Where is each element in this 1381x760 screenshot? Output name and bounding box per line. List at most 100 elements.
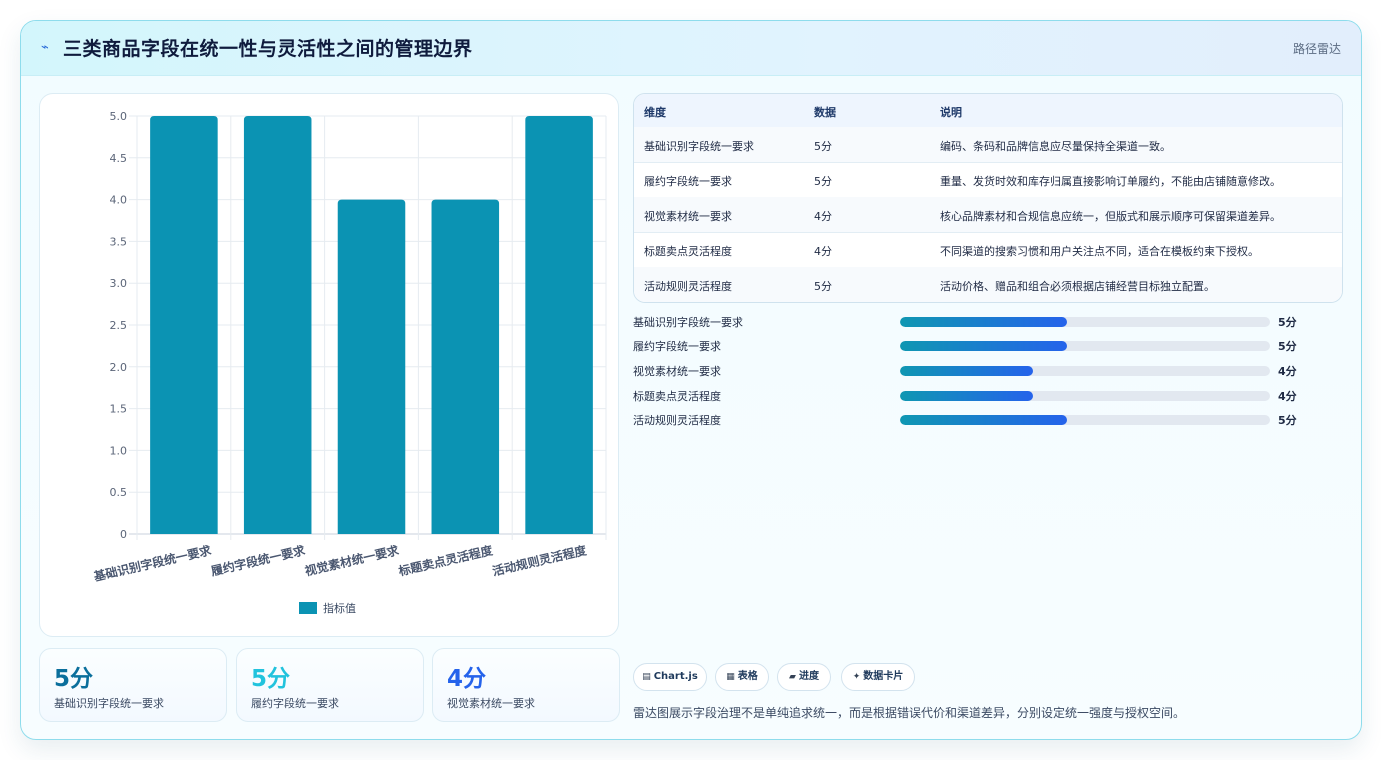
y-tick-label: 1.0 [110, 444, 128, 457]
table-row: 视觉素材统一要求 4分 核心品牌素材和合规信息应统一，但版式和展示顺序可保留渠道… [634, 197, 1342, 233]
kpi-label: 视觉素材统一要求 [447, 697, 535, 710]
table-row: 标题卖点灵活程度 4分 不同渠道的搜索习惯和用户关注点不同，适合在模板约束下授权… [634, 232, 1342, 268]
table-cell: 标题卖点灵活程度 [644, 245, 732, 258]
table-cell: 核心品牌素材和合规信息应统一，但版式和展示顺序可保留渠道差异。 [940, 210, 1281, 223]
chip-label: 表格 [737, 671, 758, 682]
kpi-value: 5分 [54, 666, 94, 692]
table-cell: 5分 [814, 140, 832, 153]
progress-row: 视觉素材统一要求 4分 [633, 361, 1341, 381]
page-title: 三类商品字段在统一性与灵活性之间的管理边界 [63, 38, 473, 60]
progress-label: 基础识别字段统一要求 [633, 316, 743, 329]
chart-icon: ▤ [642, 672, 651, 682]
table-cell: 重量、发货时效和库存归属直接影响订单履约，不能由店铺随意修改。 [940, 175, 1281, 188]
progress-label: 标题卖点灵活程度 [633, 390, 721, 403]
footnote: 雷达图展示字段治理不是单纯追求统一，而是根据错误代价和渠道差异，分别设定统一强度… [633, 706, 1186, 720]
progress-value: 4分 [1278, 365, 1297, 378]
progress-row: 基础识别字段统一要求 5分 [633, 312, 1341, 332]
kpi-card-2: 4分 视觉素材统一要求 [432, 648, 620, 722]
table-cell: 履约字段统一要求 [644, 175, 732, 188]
kpi-label: 基础识别字段统一要求 [54, 697, 164, 710]
progress-fill [900, 366, 1034, 376]
table-header-cell: 说明 [940, 106, 962, 119]
kpi-value: 5分 [251, 666, 291, 692]
x-tick-label: 履约字段统一要求 [208, 542, 307, 579]
table-row: 履约字段统一要求 5分 重量、发货时效和库存归属直接影响订单履约，不能由店铺随意… [634, 162, 1342, 198]
chip-label: Chart.js [653, 671, 698, 682]
kpi-value: 4分 [447, 666, 487, 692]
progress-label: 视觉素材统一要求 [633, 365, 721, 378]
progress-icon: ▰ [789, 672, 796, 682]
chip-data-card[interactable]: ✦ 数据卡片 [841, 663, 915, 691]
table-header-cell: 数据 [814, 106, 836, 119]
progress-track [900, 317, 1270, 327]
y-tick-label: 1.5 [110, 403, 128, 416]
progress-list: 基础识别字段统一要求 5分 履约字段统一要求 5分 视觉素材统一要求 4分 标题… [633, 312, 1341, 442]
bar-chart-panel: 0 0.5 1.0 1.5 2.0 2.5 3.0 3.5 4.0 4.5 5.0 基础识别字段统一要… [39, 93, 619, 637]
progress-label: 活动规则灵活程度 [633, 414, 721, 427]
y-tick-label: 2.5 [110, 319, 128, 332]
y-tick-label: 4.5 [110, 152, 128, 165]
table-cell: 5分 [814, 175, 832, 188]
x-tick-label: 视觉素材统一要求 [303, 542, 401, 578]
table-cell: 不同渠道的搜索习惯和用户关注点不同，适合在模板约束下授权。 [940, 245, 1259, 258]
legend-label: 指标值 [323, 601, 356, 615]
y-tick-label: 5.0 [110, 110, 128, 123]
card-icon: ✦ [852, 672, 861, 682]
bar [150, 116, 218, 534]
x-tick-label: 基础识别字段统一要求 [91, 542, 213, 584]
progress-fill [900, 341, 1067, 351]
y-tick-label: 0.5 [110, 486, 128, 499]
data-table: 维度 数据 说明 基础识别字段统一要求 5分 编码、条码和品牌信息应尽量保持全渠… [633, 93, 1343, 303]
table-cell: 编码、条码和品牌信息应尽量保持全渠道一致。 [940, 140, 1171, 153]
table-cell: 5分 [814, 280, 832, 293]
spark-icon: ⌁ [41, 40, 49, 55]
kpi-label: 履约字段统一要求 [251, 697, 339, 710]
progress-row: 活动规则灵活程度 5分 [633, 410, 1341, 430]
kpi-card-1: 5分 履约字段统一要求 [236, 648, 424, 722]
y-tick-label: 4.0 [110, 194, 128, 207]
bar-chart: 0 0.5 1.0 1.5 2.0 2.5 3.0 3.5 4.0 4.5 5.0 基础识别字段统一要… [91, 110, 607, 615]
table-header: 维度 数据 说明 [634, 94, 1342, 128]
table-cell: 视觉素材统一要求 [644, 210, 732, 223]
chip-chartjs[interactable]: ▤ Chart.js [633, 663, 707, 691]
progress-track [900, 366, 1270, 376]
chip-progress[interactable]: ▰ 进度 [777, 663, 831, 691]
table-header-cell: 维度 [644, 106, 666, 119]
header: ⌁ 三类商品字段在统一性与灵活性之间的管理边界 路径雷达 [21, 21, 1361, 76]
bar [243, 116, 312, 534]
progress-fill [900, 317, 1067, 327]
legend-swatch [299, 602, 317, 614]
progress-track [900, 341, 1270, 351]
chip-table[interactable]: ▦ 表格 [715, 663, 769, 691]
y-tick-label: 3.5 [110, 235, 128, 248]
table-row: 基础识别字段统一要求 5分 编码、条码和品牌信息应尽量保持全渠道一致。 [634, 127, 1342, 163]
x-tick-label: 活动规则灵活程度 [491, 542, 589, 578]
progress-value: 4分 [1278, 390, 1297, 403]
y-tick-label: 0 [120, 528, 127, 541]
table-cell: 基础识别字段统一要求 [644, 140, 754, 153]
progress-fill [900, 391, 1034, 401]
header-tag[interactable]: 路径雷达 [1293, 40, 1341, 57]
y-tick-label: 2.0 [110, 361, 128, 374]
progress-value: 5分 [1278, 414, 1297, 427]
table-cell: 4分 [814, 210, 832, 223]
progress-value: 5分 [1278, 340, 1297, 353]
table-cell: 活动规则灵活程度 [644, 280, 732, 293]
progress-track [900, 415, 1270, 425]
progress-value: 5分 [1278, 316, 1297, 329]
bar [431, 199, 500, 534]
dashboard-card: ⌁ 三类商品字段在统一性与灵活性之间的管理边界 路径雷达 0 0.5 1.0 1.5 2… [20, 20, 1362, 740]
bar [337, 199, 406, 534]
progress-fill [900, 415, 1067, 425]
chip-label: 进度 [798, 671, 819, 682]
progress-track [900, 391, 1270, 401]
y-tick-label: 3.0 [110, 277, 128, 290]
table-cell: 活动价格、赠品和组合必须根据店铺经营目标独立配置。 [940, 280, 1215, 293]
table-row: 活动规则灵活程度 5分 活动价格、赠品和组合必须根据店铺经营目标独立配置。 [634, 267, 1342, 302]
chip-label: 数据卡片 [863, 671, 904, 682]
bar [525, 116, 593, 534]
table-body: 基础识别字段统一要求 5分 编码、条码和品牌信息应尽量保持全渠道一致。 履约字段… [634, 127, 1342, 302]
kpi-card-0: 5分 基础识别字段统一要求 [39, 648, 227, 722]
progress-row: 履约字段统一要求 5分 [633, 336, 1341, 356]
table-cell: 4分 [814, 245, 832, 258]
